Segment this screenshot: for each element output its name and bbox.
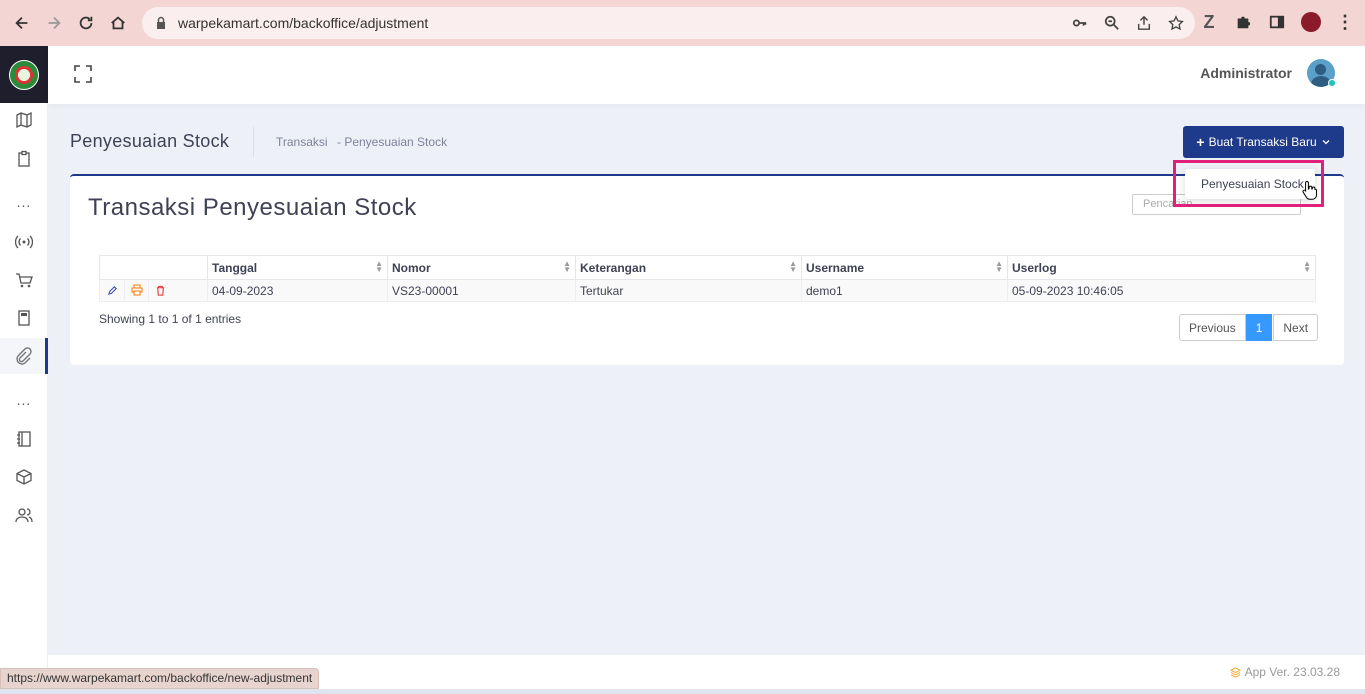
key-icon[interactable]	[1071, 14, 1089, 32]
layers-icon	[1229, 666, 1241, 678]
chevron-down-icon	[1322, 140, 1330, 145]
table-header-row: Tanggal ▲ ▼ Nomor ▲ ▼ Keterangan ▲ ▼ Username ▲…	[99, 255, 1316, 280]
page-title: Penyesuaian Stock	[70, 131, 230, 151]
calculator-icon	[18, 310, 30, 326]
app-header: Administrator	[48, 46, 1365, 104]
pagination: Previous 1 Next	[1179, 314, 1319, 341]
cell-userlog: 05-09-2023 10:46:05	[1007, 279, 1316, 302]
fullscreen-icon[interactable]	[74, 65, 92, 83]
cell-username: demo1	[801, 279, 1008, 302]
sidebar-item-calculator[interactable]	[0, 300, 48, 336]
app-version: App Ver. 23.03.28	[1229, 665, 1340, 679]
cell-keterangan: Tertukar	[575, 279, 802, 302]
sort-icon: ▲ ▼	[563, 259, 571, 274]
browser-toolbar: warpekamart.com/backoffice/adjustment Z …	[0, 0, 1365, 46]
page-1-button[interactable]: 1	[1245, 314, 1273, 341]
z-extension-icon[interactable]: Z	[1199, 12, 1219, 32]
print-icon[interactable]	[124, 280, 148, 301]
adjustment-card: Transaksi Penyesuaian Stock Pencarian Ta…	[70, 174, 1344, 365]
paperclip-icon	[15, 347, 32, 365]
url-text: warpekamart.com/backoffice/adjustment	[178, 15, 429, 31]
lock-icon	[154, 16, 168, 30]
sidebar-separator-dots: ...	[16, 392, 32, 408]
notebook-icon	[17, 431, 31, 447]
column-header-tanggal[interactable]: Tanggal ▲ ▼	[207, 255, 388, 280]
sort-icon: ▲ ▼	[789, 259, 797, 274]
row-actions	[99, 279, 208, 302]
sidebar-item-cart[interactable]	[0, 262, 48, 298]
package-box-icon	[16, 469, 32, 485]
previous-page-button[interactable]: Previous	[1179, 314, 1246, 341]
browser-status-url: https://www.warpekamart.com/backoffice/n…	[0, 668, 320, 689]
breadcrumb-item[interactable]: Transaksi	[276, 135, 328, 149]
new-transaction-label: Buat Transaksi Baru	[1208, 135, 1317, 149]
adjustment-table: Tanggal ▲ ▼ Nomor ▲ ▼ Keterangan ▲ ▼ Username ▲…	[99, 255, 1316, 302]
plus-icon: +	[1196, 134, 1205, 150]
table-info: Showing 1 to 1 of 1 entries	[99, 312, 242, 326]
sort-icon: ▲ ▼	[995, 259, 1003, 274]
sidebar-item-notebook[interactable]	[0, 421, 48, 457]
hand-pointer-cursor-icon	[1302, 180, 1317, 200]
sidebar: ... ...	[0, 46, 48, 694]
cell-tanggal: 04-09-2023	[207, 279, 388, 302]
broadcast-icon	[15, 235, 33, 249]
window-bottom-edge	[0, 689, 1365, 694]
brand-logo-area[interactable]	[0, 46, 48, 103]
sidebar-item-package[interactable]	[0, 459, 48, 495]
sidebar-item-broadcast[interactable]	[0, 224, 48, 260]
share-icon[interactable]	[1135, 14, 1153, 32]
zoom-icon[interactable]	[1103, 14, 1121, 32]
new-transaction-button[interactable]: + Buat Transaksi Baru	[1183, 126, 1344, 158]
column-header-userlog[interactable]: Userlog ▲ ▼	[1007, 255, 1316, 280]
delete-trash-icon[interactable]	[148, 280, 172, 301]
next-page-button[interactable]: Next	[1273, 314, 1319, 341]
table-row: 04-09-2023 VS23-00001 Tertukar demo1 05-…	[99, 279, 1316, 302]
sidebar-separator-dots: ...	[16, 194, 32, 210]
edit-pencil-icon[interactable]	[100, 281, 124, 301]
cell-nomor: VS23-00001	[387, 279, 576, 302]
brand-logo	[9, 59, 39, 90]
cart-icon	[16, 273, 33, 288]
back-icon[interactable]	[6, 7, 38, 39]
kebab-menu-icon[interactable]: ⋮	[1335, 12, 1355, 32]
sidebar-item-dashboard[interactable]	[0, 102, 48, 138]
users-icon	[15, 508, 33, 523]
column-header-keterangan[interactable]: Keterangan ▲ ▼	[575, 255, 802, 280]
online-status-dot	[1328, 79, 1336, 87]
subheader-divider	[253, 127, 254, 157]
column-header-nomor[interactable]: Nomor ▲ ▼	[387, 255, 576, 280]
clipboard-icon	[18, 150, 30, 167]
sort-icon: ▲ ▼	[1303, 259, 1311, 274]
sidebar-item-clipboard[interactable]	[0, 141, 48, 177]
bookmark-star-icon[interactable]	[1167, 14, 1185, 32]
breadcrumb-item[interactable]: - Penyesuaian Stock	[337, 135, 447, 149]
sort-icon: ▲ ▼	[375, 259, 383, 274]
address-bar[interactable]: warpekamart.com/backoffice/adjustment	[142, 7, 1195, 39]
sidebar-item-adjustment[interactable]	[0, 338, 48, 374]
forward-icon[interactable]	[38, 7, 70, 39]
map-icon	[16, 111, 32, 129]
sidebar-item-users[interactable]	[0, 497, 48, 533]
home-icon[interactable]	[102, 7, 134, 39]
actions-column-header	[99, 255, 208, 280]
profile-avatar[interactable]	[1301, 12, 1321, 32]
card-title: Transaksi Penyesuaian Stock	[88, 194, 417, 221]
reload-icon[interactable]	[70, 7, 102, 39]
column-header-username[interactable]: Username ▲ ▼	[801, 255, 1008, 280]
side-panel-icon[interactable]	[1267, 12, 1287, 32]
user-name[interactable]: Administrator	[1200, 65, 1292, 81]
extensions-puzzle-icon[interactable]	[1233, 12, 1253, 32]
